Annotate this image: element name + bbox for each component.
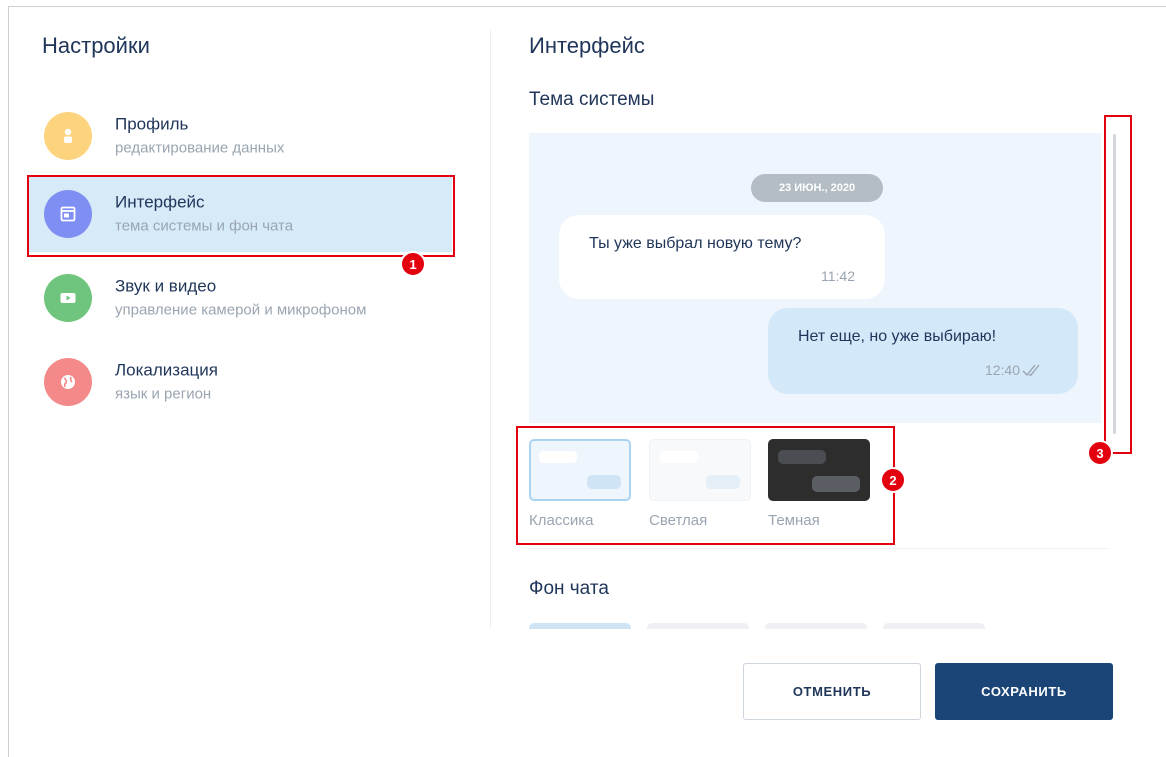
annotation-badge: 3	[1087, 440, 1113, 466]
background-option[interactable]	[765, 623, 867, 629]
annotation-box	[27, 175, 455, 257]
annotation-badge: 2	[880, 467, 906, 493]
save-button[interactable]: СОХРАНИТЬ	[935, 663, 1113, 720]
sidebar-item-title: Профиль	[115, 114, 189, 134]
annotation-badge: 1	[400, 251, 426, 277]
background-option[interactable]	[647, 623, 749, 629]
sidebar-item-subtitle: управление камерой и микрофоном	[115, 301, 367, 319]
sidebar-item-title: Звук и видео	[115, 276, 217, 296]
play-icon	[44, 274, 92, 322]
sidebar-item-profile[interactable]: Профиль редактирование данных	[28, 98, 452, 174]
page-title: Интерфейс	[529, 33, 645, 58]
user-icon	[44, 112, 92, 160]
double-check-icon	[1022, 364, 1040, 377]
message-text: Ты уже выбрал новую тему?	[589, 235, 802, 252]
background-section-title: Фон чата	[529, 578, 609, 599]
background-option[interactable]	[529, 623, 631, 629]
chat-preview: 23 ИЮН., 2020 Ты уже выбрал новую тему? …	[529, 133, 1101, 423]
message-text: Нет еще, но уже выбираю!	[798, 328, 997, 345]
annotation-box	[1104, 115, 1132, 454]
sidebar-item-subtitle: редактирование данных	[115, 139, 285, 157]
message-time: 12:40	[984, 362, 1020, 378]
date-badge: 23 ИЮН., 2020	[751, 174, 883, 202]
annotation-box	[516, 426, 895, 545]
sidebar-item-localization[interactable]: Локализация язык и регион	[28, 344, 452, 420]
sidebar-item-subtitle: язык и регион	[115, 385, 212, 403]
vertical-divider	[490, 30, 491, 628]
globe-icon	[44, 358, 92, 406]
sidebar-title: Настройки	[42, 33, 150, 58]
background-option[interactable]	[883, 623, 985, 629]
message-time: 11:42	[821, 268, 855, 284]
sidebar-item-sound-video[interactable]: Звук и видео управление камерой и микроф…	[28, 260, 452, 336]
theme-section-title: Тема системы	[529, 89, 655, 110]
sidebar-item-title: Локализация	[115, 360, 218, 380]
outgoing-message: Нет еще, но уже выбираю! 12:40	[768, 308, 1078, 394]
cancel-button[interactable]: ОТМЕНИТЬ	[743, 663, 921, 720]
section-divider	[529, 548, 1109, 549]
incoming-message: Ты уже выбрал новую тему? 11:42	[559, 215, 885, 299]
